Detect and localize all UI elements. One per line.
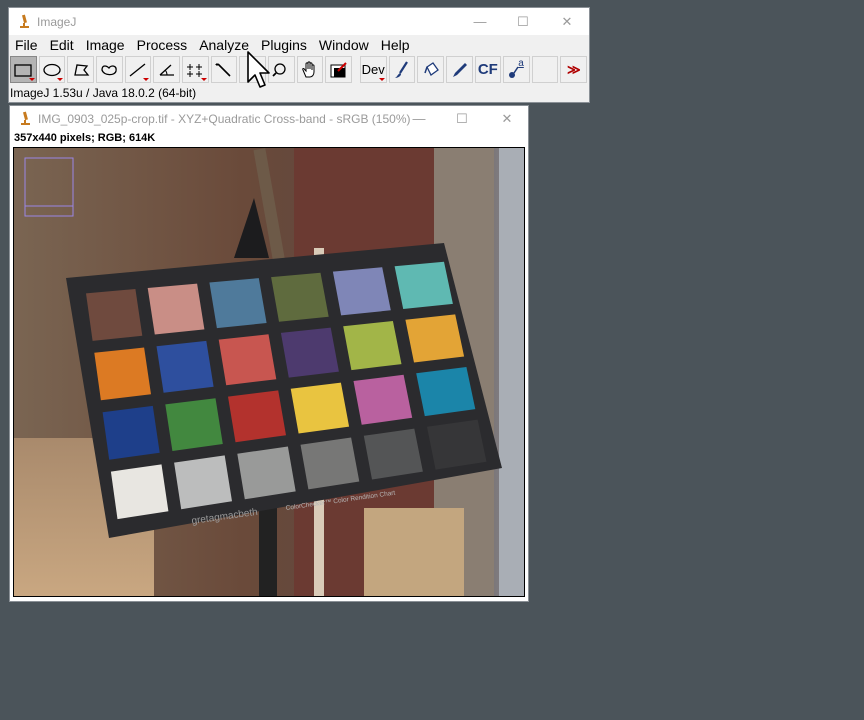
image-maximize-button[interactable]: ☐ <box>439 106 485 131</box>
image-close-button[interactable]: ✕ <box>484 106 530 131</box>
main-title-bar: ImageJ — ☐ ✕ <box>9 8 589 35</box>
color-patch <box>174 455 232 510</box>
main-window-title: ImageJ <box>37 14 77 29</box>
hand-tool[interactable] <box>296 56 324 83</box>
oval-icon <box>43 63 61 76</box>
microscope-icon <box>20 14 29 28</box>
dev-tool-label: Dev <box>361 62 385 77</box>
menu-bar: File Edit Image Process Analyze Plugins … <box>9 35 589 55</box>
oval-tool[interactable] <box>38 56 66 83</box>
color-patch <box>343 321 402 371</box>
color-patch <box>209 278 267 329</box>
color-patch <box>427 419 487 470</box>
label-tool[interactable]: a <box>503 56 530 83</box>
color-patch <box>237 446 296 500</box>
line-tool[interactable] <box>124 56 152 83</box>
multipoint-icon <box>187 63 203 77</box>
more-tools-button[interactable]: ≫ <box>560 56 588 83</box>
color-patch <box>156 340 214 393</box>
color-patch <box>86 289 143 341</box>
color-patch <box>218 334 277 386</box>
color-patch <box>271 272 329 322</box>
flood-fill-icon <box>423 61 439 76</box>
mouse-pointer-icon <box>247 51 270 88</box>
point-tool[interactable] <box>181 56 209 83</box>
magnifier-icon <box>272 62 286 77</box>
cf-tool[interactable]: CF <box>474 56 502 83</box>
menu-edit[interactable]: Edit <box>44 35 80 55</box>
minimize-button[interactable]: — <box>457 8 503 35</box>
image-title-bar: IMG_0903_025p-crop.tif - XYZ+Quadratic C… <box>10 106 528 131</box>
flood-fill-tool[interactable] <box>417 56 444 83</box>
image-window: IMG_0903_025p-crop.tif - XYZ+Quadratic C… <box>9 105 529 602</box>
color-checker-photo: gretagmacbeth ColorChecker™ Color Rendit… <box>14 148 524 596</box>
color-patch <box>363 428 423 480</box>
wand-icon <box>215 62 231 77</box>
image-window-title: IMG_0903_025p-crop.tif - XYZ+Quadratic C… <box>38 111 411 126</box>
color-patch <box>280 327 339 378</box>
color-picker-tool[interactable] <box>325 56 352 83</box>
rectangle-icon <box>14 63 32 77</box>
status-bar: ImageJ 1.53u / Java 18.0.2 (64-bit) <box>10 86 197 100</box>
color-patch <box>416 367 476 417</box>
window-light <box>499 148 524 596</box>
menu-file[interactable]: File <box>9 35 44 55</box>
color-patch <box>228 390 286 443</box>
color-patch <box>165 398 223 451</box>
angle-tool[interactable] <box>153 56 180 83</box>
image-canvas[interactable]: gretagmacbeth ColorChecker™ Color Rendit… <box>13 147 525 597</box>
menu-window[interactable]: Window <box>313 35 375 55</box>
polygon-icon <box>73 63 89 76</box>
microscope-icon <box>21 111 30 125</box>
color-patch <box>394 261 453 309</box>
color-patch <box>353 374 413 425</box>
cf-tool-label: CF <box>477 61 498 78</box>
stand-base <box>259 508 277 596</box>
pencil-tool[interactable] <box>445 56 473 83</box>
dev-tool[interactable]: Dev <box>359 56 387 83</box>
image-info: 357x440 pixels; RGB; 614K <box>14 132 156 144</box>
wand-tool[interactable] <box>210 56 238 83</box>
imagej-main-window: ImageJ — ☐ ✕ File Edit Image Process Ana… <box>8 7 590 103</box>
maximize-button[interactable]: ☐ <box>500 8 546 35</box>
color-patch <box>94 347 151 401</box>
color-patch <box>110 464 169 520</box>
empty-tool-slot[interactable] <box>531 56 559 83</box>
color-patch <box>290 382 350 434</box>
color-patch <box>332 267 391 316</box>
pencil-icon <box>453 62 468 77</box>
rectangle-tool[interactable] <box>10 56 37 83</box>
label-tool-letter: a <box>518 58 524 69</box>
brush-icon <box>394 60 408 78</box>
hand-icon <box>302 60 315 77</box>
color-patch <box>405 314 465 363</box>
color-patch <box>300 437 360 490</box>
image-minimize-button[interactable]: — <box>396 106 442 131</box>
menu-process[interactable]: Process <box>131 35 194 55</box>
color-patch <box>102 405 160 460</box>
freehand-tool[interactable] <box>95 56 123 83</box>
tool-bar: A Dev CF a ≫ <box>9 55 589 84</box>
angle-icon <box>159 64 174 76</box>
line-icon <box>129 62 146 77</box>
polygon-tool[interactable] <box>67 56 94 83</box>
menu-help[interactable]: Help <box>375 35 416 55</box>
more-tools-icon: ≫ <box>566 61 581 77</box>
brush-tool[interactable] <box>388 56 416 83</box>
menu-image[interactable]: Image <box>80 35 131 55</box>
close-button[interactable]: ✕ <box>544 8 590 35</box>
color-picker-icon <box>330 61 347 77</box>
color-patch <box>147 283 205 335</box>
wooden-box <box>364 508 464 596</box>
freehand-icon <box>101 64 118 75</box>
